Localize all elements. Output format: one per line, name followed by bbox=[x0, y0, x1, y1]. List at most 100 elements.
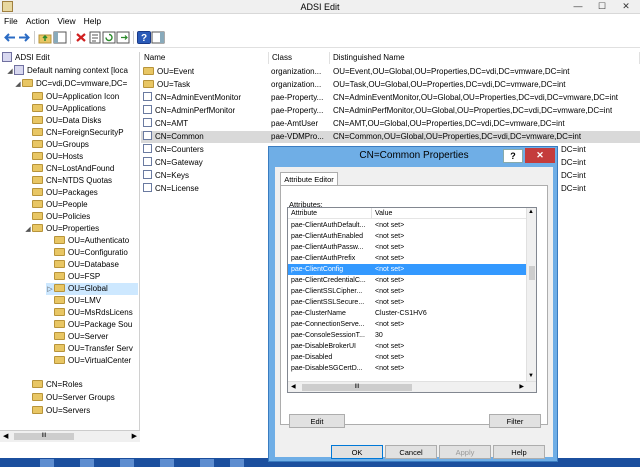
taskbar-app-icon[interactable] bbox=[120, 459, 134, 467]
collapse-triangle-icon[interactable]: ◢ bbox=[6, 66, 14, 78]
tree-horizontal-scrollbar[interactable]: ◀ III ▶ bbox=[0, 430, 140, 442]
tree-item[interactable]: OU=Packages bbox=[32, 187, 98, 199]
attribute-row[interactable]: pae-ConnectionServe... <not set> bbox=[288, 319, 528, 330]
tree-item[interactable]: OU=Policies bbox=[32, 211, 90, 223]
tree-node-naming-context[interactable]: ◢ Default naming context [loca bbox=[6, 65, 128, 77]
scroll-right-arrow-icon[interactable]: ▶ bbox=[519, 383, 524, 390]
collapse-triangle-icon[interactable]: ◢ bbox=[24, 224, 32, 236]
delete-icon[interactable] bbox=[74, 31, 88, 44]
show-hide-console-tree-icon[interactable] bbox=[53, 31, 67, 44]
dialog-help-button[interactable]: ? bbox=[503, 149, 523, 163]
scroll-right-arrow-icon[interactable]: ▶ bbox=[132, 432, 137, 440]
attribute-row[interactable]: pae-ClientCredentialC... <not set> bbox=[288, 275, 528, 286]
attribute-row[interactable]: pae-ClientAuthDefault... <not set> bbox=[288, 220, 528, 231]
tree-item[interactable]: OU=Application Icon bbox=[32, 91, 119, 103]
attribute-row[interactable]: pae-ClientAuthPassw... <not set> bbox=[288, 242, 528, 253]
tree-item[interactable]: OU=Authenticato bbox=[54, 235, 129, 247]
scroll-up-arrow-icon[interactable]: ▲ bbox=[528, 209, 534, 215]
tree-item[interactable]: OU=Database bbox=[54, 259, 119, 271]
column-header-dn[interactable]: Distinguished Name bbox=[330, 52, 640, 64]
edit-button[interactable]: Edit bbox=[289, 414, 345, 428]
tree-item[interactable]: OU=People bbox=[32, 199, 88, 211]
list-row[interactable]: CN=AMT pae-AmtUser CN=AMT,OU=Global,OU=Pro… bbox=[141, 118, 640, 130]
tree-item[interactable]: OU=Servers bbox=[32, 405, 90, 417]
tree-item[interactable]: OU=Package Sou bbox=[54, 319, 132, 331]
tree-item[interactable]: OU=Applications bbox=[32, 103, 106, 115]
tree-item[interactable]: OU=Server Groups bbox=[32, 392, 115, 404]
scrollbar-thumb[interactable]: III bbox=[14, 433, 74, 440]
list-row[interactable]: OU=Event organization... OU=Event,OU=Globa… bbox=[141, 66, 640, 78]
menu-action[interactable]: Action bbox=[22, 14, 54, 28]
attribute-row[interactable]: pae-ClientSSLSecure... <not set> bbox=[288, 297, 528, 308]
up-folder-icon[interactable] bbox=[38, 31, 52, 44]
tree-item[interactable]: CN=ForeignSecurityP bbox=[32, 127, 124, 139]
tree-item-global-selected[interactable]: ▷ OU=Global bbox=[46, 283, 138, 295]
list-row[interactable]: CN=AdminPerfMonitor pae-Property... CN=Adm… bbox=[141, 105, 640, 117]
list-row[interactable]: CN=AdminEventMonitor pae-Property... CN=Ad… bbox=[141, 92, 640, 104]
attribute-row[interactable]: pae-ClientSSLCipher... <not set> bbox=[288, 286, 528, 297]
taskbar-app-icon[interactable] bbox=[230, 459, 244, 467]
cancel-button[interactable]: Cancel bbox=[385, 445, 437, 459]
list-row[interactable]: OU=Task organization... OU=Task,OU=Global,… bbox=[141, 79, 640, 91]
tree-item[interactable]: OU=Server bbox=[54, 331, 108, 343]
show-hide-action-pane-icon[interactable] bbox=[151, 31, 165, 44]
tree-item-properties[interactable]: ◢ OU=Properties bbox=[24, 223, 99, 235]
maximize-button[interactable]: ☐ bbox=[590, 0, 614, 12]
column-header-class[interactable]: Class bbox=[269, 52, 330, 64]
attribute-row[interactable]: pae-ClientAuthEnabled <not set> bbox=[288, 231, 528, 242]
column-header-value[interactable]: Value bbox=[372, 208, 528, 219]
column-header-name[interactable]: Name bbox=[141, 52, 269, 64]
list-row-selected[interactable]: CN=Common pae-VDMPro... CN=Common,OU=Globa… bbox=[141, 131, 640, 143]
tab-attribute-editor[interactable]: Attribute Editor bbox=[280, 172, 338, 186]
attributes-horizontal-scrollbar[interactable]: ◀ III ▶ bbox=[288, 381, 536, 392]
tree-item[interactable]: CN=NTDS Quotas bbox=[32, 175, 112, 187]
attribute-row[interactable]: pae-ClusterName Cluster-CS1HV6 bbox=[288, 308, 528, 319]
tree-item[interactable]: OU=Hosts bbox=[32, 151, 83, 163]
tree-item[interactable]: OU=Configuratio bbox=[54, 247, 128, 259]
minimize-button[interactable]: — bbox=[566, 0, 590, 12]
tree-item[interactable]: CN=LostAndFound bbox=[32, 163, 114, 175]
scrollbar-thumb[interactable]: III bbox=[302, 384, 412, 391]
attribute-row[interactable]: pae-Disabled <not set> bbox=[288, 352, 528, 363]
scroll-left-arrow-icon[interactable]: ◀ bbox=[291, 383, 296, 390]
properties-icon[interactable] bbox=[88, 31, 102, 44]
tree-item[interactable]: OU=Transfer Serv bbox=[54, 343, 133, 355]
tree-item[interactable]: OU=LMV bbox=[54, 295, 101, 307]
back-arrow-icon[interactable] bbox=[3, 31, 17, 44]
ok-button[interactable]: OK bbox=[331, 445, 383, 459]
export-list-icon[interactable] bbox=[116, 31, 130, 44]
taskbar-app-icon[interactable] bbox=[80, 459, 94, 467]
help-icon[interactable]: ? bbox=[137, 31, 151, 44]
help-button[interactable]: Help bbox=[493, 445, 545, 459]
collapse-triangle-icon[interactable]: ◢ bbox=[14, 79, 22, 91]
tree-item[interactable]: OU=FSP bbox=[54, 271, 100, 283]
attributes-vertical-scrollbar[interactable]: ▲ ▼ bbox=[526, 208, 536, 382]
scroll-left-arrow-icon[interactable]: ◀ bbox=[3, 432, 8, 440]
attribute-row-selected[interactable]: pae-ClientConfig <not set> bbox=[288, 264, 528, 275]
menu-view[interactable]: View bbox=[53, 14, 79, 28]
attribute-row[interactable]: pae-ConsoleSessionT... 30 bbox=[288, 330, 528, 341]
tree-item[interactable]: OU=Groups bbox=[32, 139, 89, 151]
tree-node-root[interactable]: ADSI Edit bbox=[2, 52, 50, 64]
scrollbar-thumb[interactable] bbox=[529, 266, 535, 280]
forward-arrow-icon[interactable] bbox=[17, 31, 31, 44]
taskbar-app-icon[interactable] bbox=[200, 459, 214, 467]
dialog-close-button[interactable]: ✕ bbox=[525, 148, 555, 163]
filter-button[interactable]: Filter bbox=[489, 414, 541, 428]
scroll-down-arrow-icon[interactable]: ▼ bbox=[528, 373, 534, 379]
attribute-row[interactable]: pae-DisableSGCertD... <not set> bbox=[288, 363, 528, 374]
tree-item[interactable]: CN=Roles bbox=[32, 379, 83, 391]
attribute-row[interactable]: pae-DisableBrokerUI <not set> bbox=[288, 341, 528, 352]
taskbar-app-icon[interactable] bbox=[40, 459, 54, 467]
tree-item[interactable]: OU=Data Disks bbox=[32, 115, 101, 127]
menu-help[interactable]: Help bbox=[80, 14, 105, 28]
tree-item[interactable]: OU=VirtualCenter bbox=[54, 355, 131, 367]
menu-file[interactable]: File bbox=[0, 14, 22, 28]
expand-triangle-icon[interactable]: ▷ bbox=[46, 284, 54, 296]
attribute-row[interactable]: pae-ClientAuthPrefix <not set> bbox=[288, 253, 528, 264]
tree-node-dc[interactable]: ◢ DC=vdi,DC=vmware,DC= bbox=[14, 78, 127, 90]
close-button[interactable]: ✕ bbox=[614, 0, 638, 12]
refresh-icon[interactable] bbox=[102, 31, 116, 44]
column-header-attribute[interactable]: Attribute bbox=[288, 208, 372, 219]
tree-item[interactable]: OU=MsRdsLicens bbox=[54, 307, 133, 319]
